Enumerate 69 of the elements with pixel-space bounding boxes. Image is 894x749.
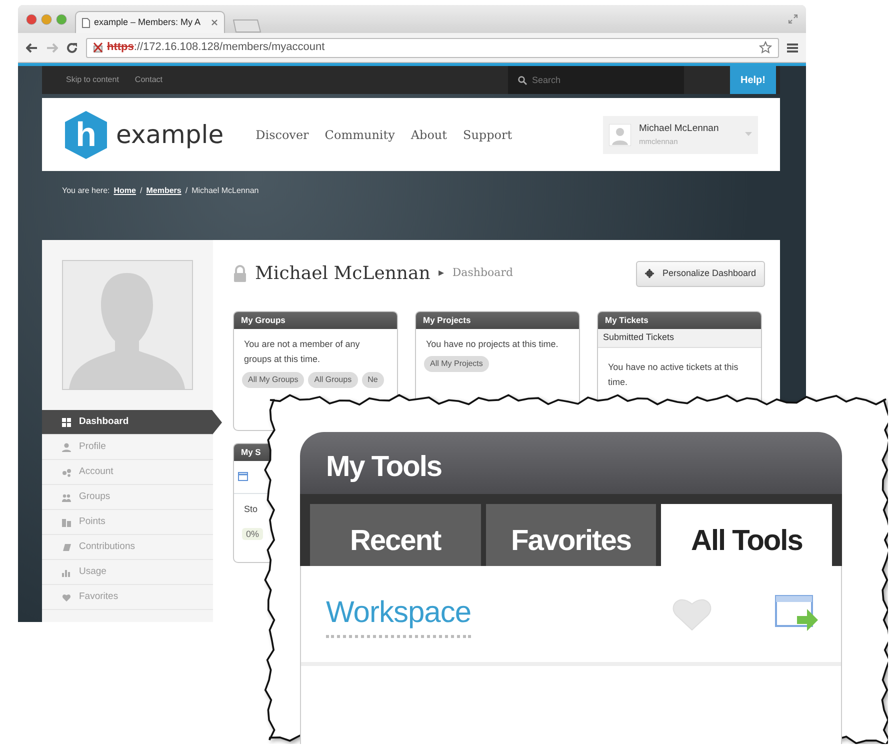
lock-icon: [233, 265, 247, 282]
close-icon[interactable]: [211, 19, 218, 26]
broken-lock-icon: [93, 42, 103, 53]
top-link[interactable]: Skip to content: [66, 74, 119, 86]
search-icon: [518, 76, 527, 84]
tool-link[interactable]: Workspace: [326, 590, 472, 638]
url-text: https://172.16.108.128/members/myaccount: [107, 40, 326, 56]
address-field[interactable]: https://172.16.108.128/members/myaccount: [86, 38, 779, 58]
breadcrumb-link[interactable]: Members: [146, 185, 182, 197]
nav-link[interactable]: Support: [462, 126, 512, 144]
bar-chart-icon: [62, 568, 71, 576]
menu-icon[interactable]: [787, 42, 798, 52]
browser-tab[interactable]: example – Members: My A: [75, 11, 225, 33]
launch-icon[interactable]: [775, 594, 819, 634]
user-name: Michael McLennan: [639, 122, 720, 136]
page-icon: [82, 18, 90, 28]
caret-icon: [745, 132, 752, 137]
module-subheader: Submitted Tickets: [598, 329, 761, 348]
star-icon[interactable]: [759, 41, 772, 54]
contributions-icon: [62, 542, 71, 552]
breadcrumb-separator: /: [140, 185, 142, 197]
tab[interactable]: Favorites: [486, 504, 656, 566]
module-title: My Groups: [234, 312, 397, 329]
heart-icon: [62, 592, 71, 602]
module-button[interactable]: All My Projects: [424, 356, 489, 372]
zoom-icon[interactable]: [56, 14, 67, 24]
help-button[interactable]: Help!: [730, 66, 776, 94]
personalize-button[interactable]: Personalize Dashboard: [636, 260, 765, 286]
breadcrumb-arrow: ▸: [438, 266, 444, 282]
profile-name: Michael McLennan: [255, 262, 430, 286]
minimize-icon[interactable]: [41, 14, 52, 24]
group-icon: [62, 492, 71, 502]
breadcrumb-current: Michael McLennan: [192, 185, 259, 197]
new-tab-icon[interactable]: [233, 19, 261, 33]
back-icon[interactable]: [26, 42, 38, 52]
person-icon: [62, 442, 71, 452]
tab[interactable]: Recent: [310, 504, 481, 566]
gear-icon: [645, 269, 654, 278]
module-text: You are not a member of any groups at this time.: [243, 338, 361, 366]
logo-text: example: [116, 118, 224, 151]
tab[interactable]: All Tools: [661, 504, 832, 566]
module-text: You have no projects at this time.: [425, 338, 560, 351]
nav-link[interactable]: About: [410, 126, 447, 144]
section-title: Dashboard: [452, 265, 513, 282]
module-button[interactable]: All My Groups: [242, 372, 304, 388]
forward-icon[interactable]: [46, 42, 58, 52]
breadcrumb-separator: /: [185, 185, 188, 197]
reload-icon[interactable]: [66, 42, 78, 54]
logo-letter: h: [76, 118, 96, 152]
avatar-icon: [609, 124, 631, 146]
sidebar-item[interactable]: Dashboard: [42, 410, 222, 435]
module-text: You have no active tickets at this time.: [607, 360, 740, 389]
tab-title: example – Members: My A: [94, 16, 202, 29]
module-button[interactable]: All Groups: [308, 372, 358, 388]
module-title: My Tickets: [598, 312, 761, 329]
fullscreen-icon[interactable]: [788, 14, 798, 24]
nav-link[interactable]: Discover: [256, 126, 309, 144]
module-button[interactable]: Ne: [362, 372, 384, 388]
logo-mark: [64, 110, 108, 160]
nav-link[interactable]: Community: [324, 126, 395, 144]
close-icon[interactable]: [26, 14, 37, 24]
search-field[interactable]: Search: [508, 66, 684, 94]
module-title: My Projects: [416, 312, 579, 329]
module-text: Sto: [243, 503, 259, 516]
grid-icon: [62, 418, 71, 426]
percent-badge: 0%: [242, 528, 264, 540]
breadcrumb-link[interactable]: Home: [114, 185, 136, 197]
top-link[interactable]: Contact: [134, 74, 162, 86]
breadcrumb-label: You are here:: [62, 185, 110, 197]
